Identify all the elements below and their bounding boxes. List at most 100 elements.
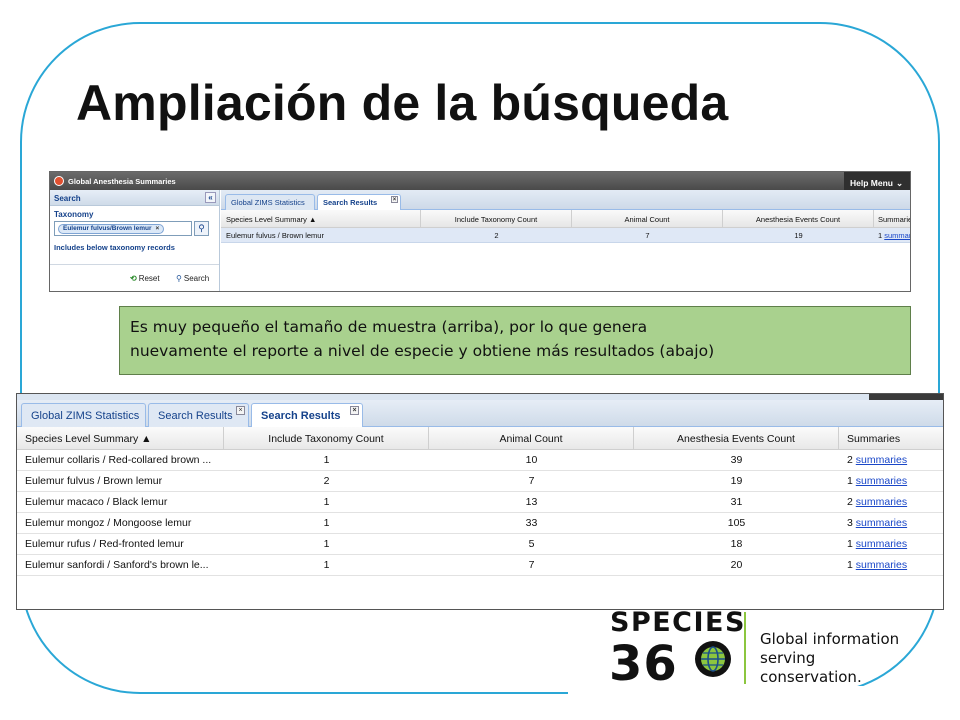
tab-search-results[interactable]: Search Results × xyxy=(317,194,401,211)
tab-label: Search Results xyxy=(158,410,233,422)
summaries-link[interactable]: summaries xyxy=(856,454,907,466)
cell-summaries: 3 summaries xyxy=(839,513,943,534)
magnifier-icon: ⚲ xyxy=(198,223,205,233)
summaries-link[interactable]: summaries xyxy=(856,496,907,508)
table-row[interactable]: Eulemur mongoz / Mongoose lemur 1 33 105… xyxy=(17,513,943,534)
cell-taxonomy-count: 1 xyxy=(323,496,330,508)
cell-events-count: 31 xyxy=(730,496,743,508)
summaries-count: 3 xyxy=(847,517,853,529)
tab-global-zims-statistics[interactable]: Global ZIMS Statistics xyxy=(21,403,146,427)
cell-animal-count: 10 xyxy=(525,454,538,466)
table-row[interactable]: Eulemur fulvus / Brown lemur 2 7 19 1 su… xyxy=(221,228,910,243)
cell-summaries: 1 summaries xyxy=(839,471,943,492)
summaries-count: 1 xyxy=(847,559,853,571)
magnifier-icon: ⚲ xyxy=(176,274,182,283)
tagline-line-2: serving conservation. xyxy=(760,649,862,686)
summaries-link[interactable]: summaries xyxy=(856,559,907,571)
summaries-count: 2 xyxy=(847,496,853,508)
app-titlebar: Global Anesthesia Summaries xyxy=(50,172,910,190)
cell-events-count: 19 xyxy=(730,475,743,487)
cell-taxonomy-count: 2 xyxy=(323,475,330,487)
cell-animal-count: 33 xyxy=(525,517,538,529)
column-header-summaries[interactable]: Summaries xyxy=(839,427,943,450)
table-row[interactable]: Eulemur collaris / Red-collared brown ..… xyxy=(17,450,943,471)
column-header-species[interactable]: Species Level Summary ▲ xyxy=(17,427,224,450)
close-icon[interactable]: × xyxy=(391,196,398,203)
tab-label: Global ZIMS Statistics xyxy=(31,410,140,422)
table-row[interactable]: Eulemur sanfordi / Sanford's brown le...… xyxy=(17,555,943,576)
cell-species: Eulemur rufus / Red-fronted lemur xyxy=(25,538,184,550)
column-header-animal-count[interactable]: Animal Count xyxy=(429,427,634,450)
results-tabbar: Global ZIMS Statistics Search Results × S… xyxy=(17,400,943,428)
column-header-taxonomy-count[interactable]: Include Taxonomy Count xyxy=(421,210,572,228)
cell-species: Eulemur collaris / Red-collared brown ..… xyxy=(25,454,212,466)
tab-label: Search Results xyxy=(261,410,341,422)
cell-animal-count: 5 xyxy=(528,538,535,550)
cell-taxonomy-count: 1 xyxy=(323,559,330,571)
cell-summaries: 2 summaries xyxy=(839,492,943,513)
column-header-taxonomy-count[interactable]: Include Taxonomy Count xyxy=(224,427,429,450)
tagline-line-1: Global information xyxy=(760,630,900,648)
close-icon[interactable]: × xyxy=(350,406,359,415)
close-icon[interactable]: × xyxy=(236,406,245,415)
callout-line-1: Es muy pequeño el tamaño de muestra (arr… xyxy=(130,318,648,336)
summaries-link[interactable]: summaries xyxy=(856,538,907,550)
cell-species: Eulemur mongoz / Mongoose lemur xyxy=(25,517,192,529)
cell-summaries: 2 summaries xyxy=(839,450,943,471)
cell-species: Eulemur fulvus / Brown lemur xyxy=(226,231,324,240)
column-header-summaries[interactable]: Summaries xyxy=(874,210,910,228)
taxonomy-input[interactable]: Eulemur fulvus/Brown lemur × xyxy=(54,221,192,236)
column-header-events-count[interactable]: Anesthesia Events Count xyxy=(723,210,874,228)
search-panel-title: Search xyxy=(54,194,81,203)
search-panel-header: Search « xyxy=(50,190,219,206)
reset-icon: ⟲ xyxy=(130,274,137,283)
summaries-link[interactable]: summaries xyxy=(856,475,907,487)
search-panel-footer: ⟲ Reset ⚲ Search xyxy=(50,264,219,291)
logo-tagline: Global information serving conservation. xyxy=(760,630,910,687)
results-tabbar: Global ZIMS Statistics Search Results × xyxy=(221,190,910,211)
cell-species: Eulemur macaco / Black lemur xyxy=(25,496,168,508)
collapse-icon[interactable]: « xyxy=(205,192,216,203)
cell-events-count: 20 xyxy=(730,559,743,571)
logo-divider xyxy=(744,612,746,684)
tab-search-results-active[interactable]: Search Results × xyxy=(251,403,363,428)
summaries-count: 1 xyxy=(878,231,883,240)
reset-button[interactable]: ⟲ Reset xyxy=(130,274,160,283)
summaries-count: 1 xyxy=(847,538,853,550)
globe-icon xyxy=(695,641,731,677)
callout-line-2: nuevamente el reporte a nivel de especie… xyxy=(130,342,715,360)
search-button[interactable]: ⚲ Search xyxy=(176,274,209,283)
table-row[interactable]: Eulemur macaco / Black lemur 1 13 31 2 s… xyxy=(17,492,943,513)
logo-word: SPECIES xyxy=(610,607,746,638)
callout-note: Es muy pequeño el tamaño de muestra (arr… xyxy=(119,306,911,375)
taxonomy-lookup-button[interactable]: ⚲ xyxy=(194,221,209,236)
large-screenshot: Global ZIMS Statistics Search Results × S… xyxy=(16,393,944,610)
logo-number: 36 xyxy=(609,636,678,692)
includes-below-link[interactable]: Includes below taxonomy records xyxy=(50,237,219,252)
cell-summaries: 1 summaries xyxy=(839,534,943,555)
cell-events-count: 105 xyxy=(727,517,746,529)
taxonomy-chip: Eulemur fulvus/Brown lemur × xyxy=(58,224,165,234)
table-row[interactable]: Eulemur rufus / Red-fronted lemur 1 5 18… xyxy=(17,534,943,555)
column-header-events-count[interactable]: Anesthesia Events Count xyxy=(634,427,839,450)
tab-search-results[interactable]: Search Results × xyxy=(148,403,249,427)
column-header-species[interactable]: Species Level Summary ▲ xyxy=(221,210,421,228)
summaries-link[interactable]: summaries xyxy=(884,231,910,240)
species360-logo: SPECIES 36 Global information serving co… xyxy=(609,606,910,692)
app-title: Global Anesthesia Summaries xyxy=(68,177,176,186)
cell-events-count: 39 xyxy=(730,454,743,466)
cell-taxonomy-count: 2 xyxy=(494,231,499,240)
grid-header: Species Level Summary ▲ Include Taxonomy… xyxy=(17,427,943,450)
column-header-animal-count[interactable]: Animal Count xyxy=(572,210,723,228)
summaries-count: 1 xyxy=(847,475,853,487)
summaries-count: 2 xyxy=(847,454,853,466)
search-label: Search xyxy=(183,274,210,283)
taxonomy-chip-label: Eulemur fulvus/Brown lemur xyxy=(63,225,152,232)
taxonomy-label: Taxonomy xyxy=(54,210,94,219)
table-row[interactable]: Eulemur fulvus / Brown lemur 2 7 19 1 su… xyxy=(17,471,943,492)
tab-global-zims-statistics[interactable]: Global ZIMS Statistics xyxy=(225,194,315,210)
close-icon[interactable]: × xyxy=(156,225,160,232)
summaries-link[interactable]: summaries xyxy=(856,517,907,529)
cell-animal-count: 13 xyxy=(525,496,538,508)
tab-label: Global ZIMS Statistics xyxy=(231,198,305,207)
